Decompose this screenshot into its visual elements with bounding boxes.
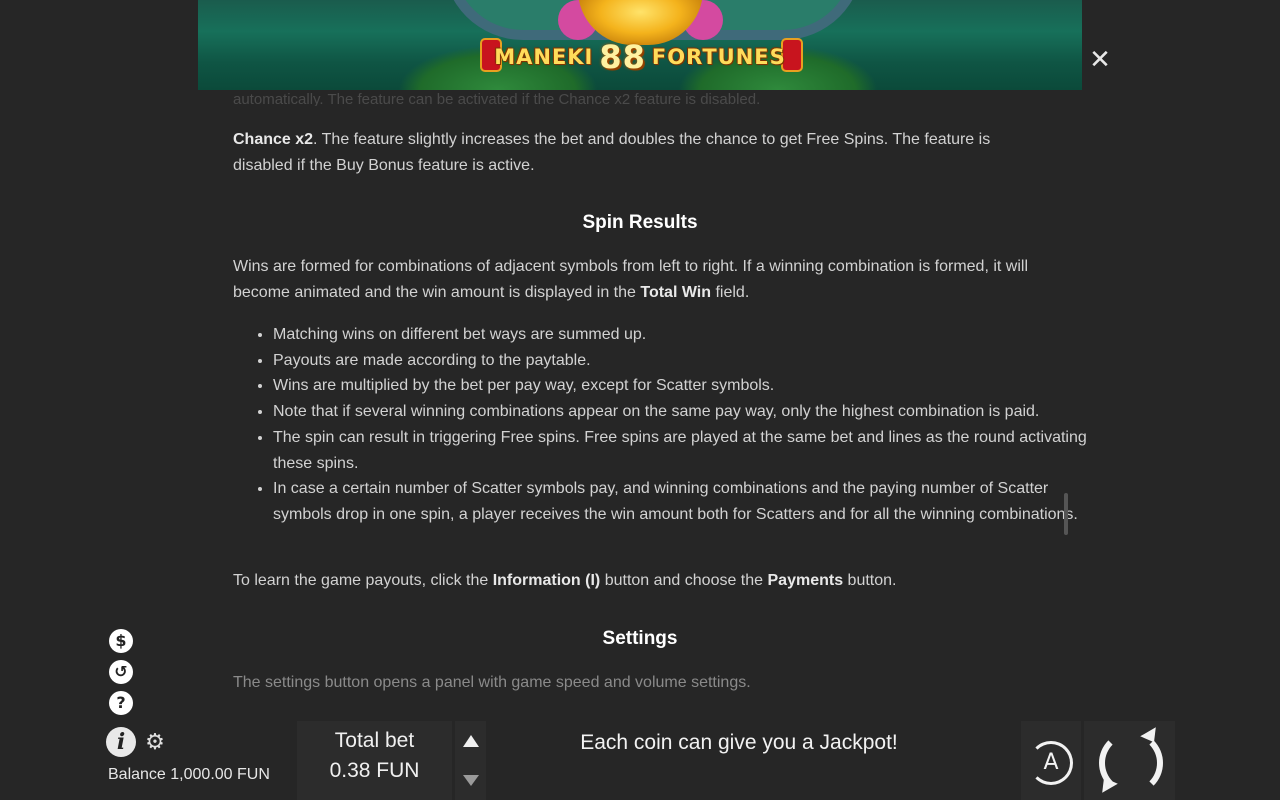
jackpot-message: Each coin can give you a Jackpot!	[580, 731, 898, 754]
game-banner: MANEKI 88 FORTUNES	[198, 0, 1082, 90]
bet-increase-icon[interactable]	[463, 735, 479, 747]
close-button[interactable]: ✕	[1088, 47, 1112, 73]
autoplay-icon: A	[1029, 741, 1073, 785]
wins-intro-text-end: field.	[711, 284, 750, 301]
list-item: Note that if several winning combination…	[273, 399, 1093, 425]
balance-label: Balance	[108, 766, 166, 783]
spin-results-heading: Spin Results	[582, 212, 698, 233]
spin-button[interactable]	[1084, 721, 1175, 800]
list-item: Wins are multiplied by the bet per pay w…	[273, 373, 1093, 399]
partially-hidden-text: automatically. The feature can be activa…	[233, 92, 761, 106]
logo-word-left: MANEKI	[494, 45, 594, 69]
payments-button-label: Payments	[767, 572, 844, 589]
list-item: Matching wins on different bet ways are …	[273, 322, 1093, 348]
scrollbar-thumb[interactable]	[1064, 493, 1068, 535]
chance-x2-label: Chance x2	[233, 131, 314, 148]
settings-paragraph: The settings button opens a panel with g…	[233, 674, 751, 691]
total-bet-panel: Total bet 0.38 FUN	[297, 721, 452, 800]
balance-display: Balance 1,000.00 FUN	[108, 766, 270, 784]
payouts-paragraph: To learn the game payouts, click the Inf…	[233, 568, 1043, 594]
total-win-label: Total Win	[640, 284, 712, 301]
balance-value: 1,000.00 FUN	[170, 766, 270, 783]
total-bet-label: Total bet	[334, 729, 415, 752]
coin-bonus-icon[interactable]: $	[109, 629, 133, 653]
payouts-text: To learn the game payouts, click the	[233, 572, 493, 589]
wins-intro-text: Wins are formed for combinations of adja…	[233, 258, 1028, 301]
logo-number: 88	[599, 38, 646, 76]
info-icon[interactable]: i	[106, 727, 136, 757]
settings-heading: Settings	[602, 628, 678, 649]
help-icon[interactable]: ?	[109, 691, 133, 715]
game-logo: MANEKI 88 FORTUNES	[494, 38, 785, 76]
list-item: Payouts are made according to the paytab…	[273, 348, 1093, 374]
logo-word-right: FORTUNES	[651, 45, 786, 69]
payouts-text-end: button.	[843, 572, 897, 589]
wins-intro-paragraph: Wins are formed for combinations of adja…	[233, 254, 1043, 306]
autoplay-button[interactable]: A	[1021, 721, 1081, 800]
bet-decrease-icon[interactable]	[463, 775, 479, 786]
total-bet-value: 0.38 FUN	[329, 759, 420, 782]
payouts-text-mid: button and choose the	[600, 572, 768, 589]
spin-rules-list: Matching wins on different bet ways are …	[233, 322, 1093, 528]
chance-x2-text: . The feature slightly increases the bet…	[233, 131, 991, 174]
history-icon[interactable]: ↺	[109, 660, 133, 684]
list-item: In case a certain number of Scatter symb…	[273, 476, 1093, 527]
gear-icon[interactable]: ⚙	[144, 732, 166, 754]
information-button-label: Information (I)	[492, 572, 601, 589]
bet-stepper	[455, 721, 486, 800]
chance-x2-paragraph: Chance x2. The feature slightly increase…	[233, 127, 1043, 179]
list-item: The spin can result in triggering Free s…	[273, 425, 1093, 476]
